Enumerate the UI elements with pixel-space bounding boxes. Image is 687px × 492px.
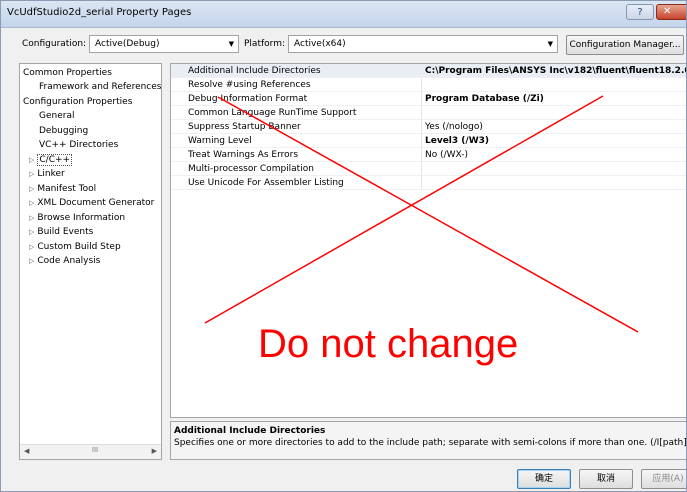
platform-select-value: Active(x64) xyxy=(294,39,346,49)
description-text: Specifies one or more directories to add… xyxy=(174,438,687,448)
property-row-unicode-assembler-listing[interactable]: Use Unicode For Assembler Listing xyxy=(171,176,686,190)
tree-item-configuration-properties[interactable]: Configuration Properties xyxy=(23,95,132,109)
scroll-left-icon[interactable]: ◀ xyxy=(24,447,29,455)
chevron-down-icon: ▼ xyxy=(228,40,234,48)
tree-item-xml-document-generator[interactable]: ▷ XML Document Generator xyxy=(29,196,154,210)
tree-item-label: General xyxy=(39,111,75,121)
tree-item-code-analysis[interactable]: ▷ Code Analysis xyxy=(29,254,100,268)
expand-arrow-icon[interactable]: ▷ xyxy=(29,185,34,193)
property-value: Yes (/nologo) xyxy=(425,122,483,132)
tree-item-label: VC++ Directories xyxy=(39,140,119,150)
tree-item-general[interactable]: General xyxy=(39,109,74,123)
property-name: Warning Level xyxy=(188,136,252,146)
tree-item-framework-references[interactable]: Framework and References xyxy=(39,80,161,94)
property-row-clr-support[interactable]: Common Language RunTime Support xyxy=(171,106,686,120)
platform-label: Platform: xyxy=(244,39,285,49)
property-pages-window: VcUdfStudio2d_serial Property Pages ? ✕ … xyxy=(0,0,687,492)
close-icon: ✕ xyxy=(663,6,672,17)
title-bar: VcUdfStudio2d_serial Property Pages ? ✕ xyxy=(1,1,686,28)
property-row-suppress-startup-banner[interactable]: Suppress Startup Banner Yes (/nologo) xyxy=(171,120,686,134)
tree-item-debugging[interactable]: Debugging xyxy=(39,124,88,138)
expand-arrow-icon[interactable]: ▷ xyxy=(29,243,34,251)
property-name: Debug Information Format xyxy=(188,94,308,104)
configuration-label: Configuration: xyxy=(22,39,87,49)
tree-item-label: XML Document Generator xyxy=(37,198,155,208)
tree-item-label: Linker xyxy=(37,169,65,179)
tree-horizontal-scrollbar[interactable]: ◀ III ▶ xyxy=(20,444,161,459)
property-row-treat-warnings-as-errors[interactable]: Treat Warnings As Errors No (/WX-) xyxy=(171,148,686,162)
platform-select[interactable]: Active(x64) ▼ xyxy=(288,35,558,53)
property-name: Common Language RunTime Support xyxy=(188,108,357,118)
expand-arrow-icon[interactable]: ▷ xyxy=(29,156,34,164)
cancel-button[interactable]: 取消 xyxy=(579,469,633,489)
apply-button[interactable]: 应用(A) xyxy=(641,469,686,489)
property-name: Treat Warnings As Errors xyxy=(188,150,299,160)
tree-item-label: Debugging xyxy=(39,126,89,136)
property-name: Use Unicode For Assembler Listing xyxy=(188,178,344,188)
help-icon: ? xyxy=(637,7,643,18)
tree-item-label: Custom Build Step xyxy=(37,242,121,252)
property-value: C:\Program Files\ANSYS Inc\v182\fluent\f… xyxy=(425,66,686,76)
settings-tree: Common Properties Framework and Referenc… xyxy=(19,63,162,460)
expand-arrow-icon[interactable]: ▷ xyxy=(29,170,34,178)
configuration-select[interactable]: Active(Debug) ▼ xyxy=(89,35,239,53)
property-name: Multi-processor Compilation xyxy=(188,164,314,174)
expand-arrow-icon[interactable]: ▷ xyxy=(29,199,34,207)
tree-item-browse-information[interactable]: ▷ Browse Information xyxy=(29,211,125,225)
tree-item-c-cpp[interactable]: ▷ C/C++ xyxy=(29,153,73,167)
scroll-thumb[interactable]: III xyxy=(80,446,110,456)
property-name: Suppress Startup Banner xyxy=(188,122,301,132)
description-title: Additional Include Directories xyxy=(174,426,326,436)
do-not-change-annotation: Do not change xyxy=(258,322,519,366)
expand-arrow-icon[interactable]: ▷ xyxy=(29,257,34,265)
property-row-multi-processor-compilation[interactable]: Multi-processor Compilation xyxy=(171,162,686,176)
tree-item-label: Framework and References xyxy=(39,82,162,92)
configuration-select-value: Active(Debug) xyxy=(95,39,160,49)
ok-button[interactable]: 确定 xyxy=(517,469,571,489)
description-panel: Additional Include Directories Specifies… xyxy=(170,421,687,460)
tree-item-label: Configuration Properties xyxy=(23,97,133,107)
tree-item-build-events[interactable]: ▷ Build Events xyxy=(29,225,93,239)
tree-item-linker[interactable]: ▷ Linker xyxy=(29,167,65,181)
property-value: Program Database (/Zi) xyxy=(425,94,544,104)
configuration-row: Configuration: Active(Debug) ▼ Platform:… xyxy=(1,35,686,57)
tree-item-label: C/C++ xyxy=(37,154,73,166)
help-button[interactable]: ? xyxy=(626,4,654,20)
tree-item-label: Code Analysis xyxy=(37,256,101,266)
expand-arrow-icon[interactable]: ▷ xyxy=(29,214,34,222)
scroll-right-icon[interactable]: ▶ xyxy=(152,447,157,455)
tree-item-label: Browse Information xyxy=(37,213,126,223)
tree-item-vc-directories[interactable]: VC++ Directories xyxy=(39,138,118,152)
configuration-manager-button[interactable]: Configuration Manager... xyxy=(566,35,684,55)
property-value: No (/WX-) xyxy=(425,150,469,160)
property-value: Level3 (/W3) xyxy=(425,136,489,146)
tree-item-manifest-tool[interactable]: ▷ Manifest Tool xyxy=(29,182,96,196)
property-name: Additional Include Directories xyxy=(188,66,321,76)
property-row-debug-information-format[interactable]: Debug Information Format Program Databas… xyxy=(171,92,686,106)
tree-item-label: Build Events xyxy=(37,227,94,237)
window-title: VcUdfStudio2d_serial Property Pages xyxy=(7,7,192,18)
tree-item-custom-build-step[interactable]: ▷ Custom Build Step xyxy=(29,240,121,254)
chevron-down-icon: ▼ xyxy=(547,40,553,48)
tree-item-label: Manifest Tool xyxy=(37,184,97,194)
property-name: Resolve #using References xyxy=(188,80,311,90)
tree-item-label: Common Properties xyxy=(23,68,112,78)
close-button[interactable]: ✕ xyxy=(656,4,686,20)
property-row-warning-level[interactable]: Warning Level Level3 (/W3) xyxy=(171,134,686,148)
property-row-resolve-using-references[interactable]: Resolve #using References xyxy=(171,78,686,92)
tree-item-common-properties[interactable]: Common Properties xyxy=(23,66,112,80)
expand-arrow-icon[interactable]: ▷ xyxy=(29,228,34,236)
property-row-additional-include-directories[interactable]: Additional Include Directories C:\Progra… xyxy=(171,64,686,78)
